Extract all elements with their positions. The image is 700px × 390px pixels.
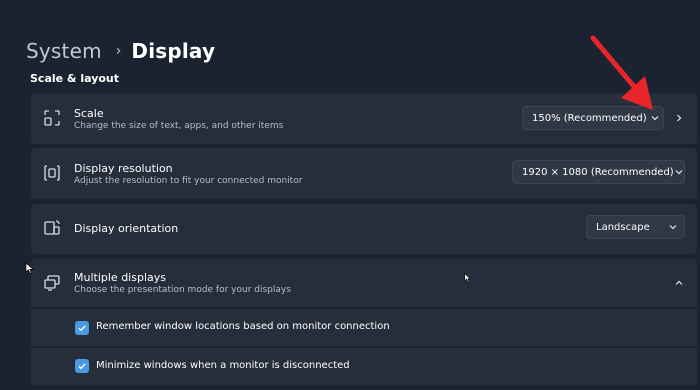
- breadcrumb-system[interactable]: System: [26, 39, 102, 63]
- chevron-down-icon: [662, 222, 684, 232]
- scale-subtitle: Change the size of text, apps, and other…: [74, 121, 284, 131]
- section-title: Scale & layout: [30, 72, 120, 85]
- annotation-arrow-icon: [590, 35, 653, 110]
- display-resolution-card[interactable]: Display resolution Adjust the resolution…: [31, 148, 697, 199]
- multiple-displays-icon: [44, 275, 60, 291]
- orientation-icon: [44, 220, 60, 235]
- resolution-dropdown-value: 1920 × 1080 (Recommended): [522, 166, 674, 178]
- remember-locations-label: Remember window locations based on monit…: [96, 321, 390, 332]
- chevron-down-icon: [674, 167, 684, 177]
- mouse-cursor-icon: [464, 273, 471, 283]
- chevron-up-icon[interactable]: [674, 278, 684, 288]
- resolution-title: Display resolution: [74, 162, 173, 175]
- minimize-windows-checkbox[interactable]: [75, 359, 89, 373]
- multiple-displays-title: Multiple displays: [74, 271, 166, 284]
- chevron-right-icon[interactable]: [674, 113, 684, 123]
- mouse-cursor-icon: [25, 262, 34, 274]
- checkmark-icon: [78, 325, 86, 332]
- display-orientation-card[interactable]: Display orientation Landscape: [31, 204, 697, 254]
- scale-title: Scale: [74, 107, 104, 120]
- multiple-displays-subtitle: Choose the presentation mode for your di…: [74, 285, 291, 295]
- multiple-displays-card[interactable]: Multiple displays Choose the presentatio…: [31, 259, 697, 307]
- orientation-dropdown-value: Landscape: [596, 221, 650, 233]
- scale-icon: [44, 110, 60, 126]
- resolution-dropdown[interactable]: 1920 × 1080 (Recommended): [512, 160, 685, 184]
- minimize-windows-label: Minimize windows when a monitor is disco…: [96, 360, 350, 371]
- checkmark-icon: [78, 363, 86, 370]
- resolution-subtitle: Adjust the resolution to fit your connec…: [74, 176, 303, 186]
- orientation-dropdown[interactable]: Landscape: [586, 215, 685, 239]
- orientation-title: Display orientation: [74, 222, 179, 235]
- remember-locations-checkbox[interactable]: [75, 321, 89, 335]
- breadcrumb-separator: ›: [115, 43, 122, 59]
- resolution-icon: [44, 165, 60, 181]
- page-title: Display: [131, 39, 216, 63]
- breadcrumb: System › Display: [26, 36, 215, 66]
